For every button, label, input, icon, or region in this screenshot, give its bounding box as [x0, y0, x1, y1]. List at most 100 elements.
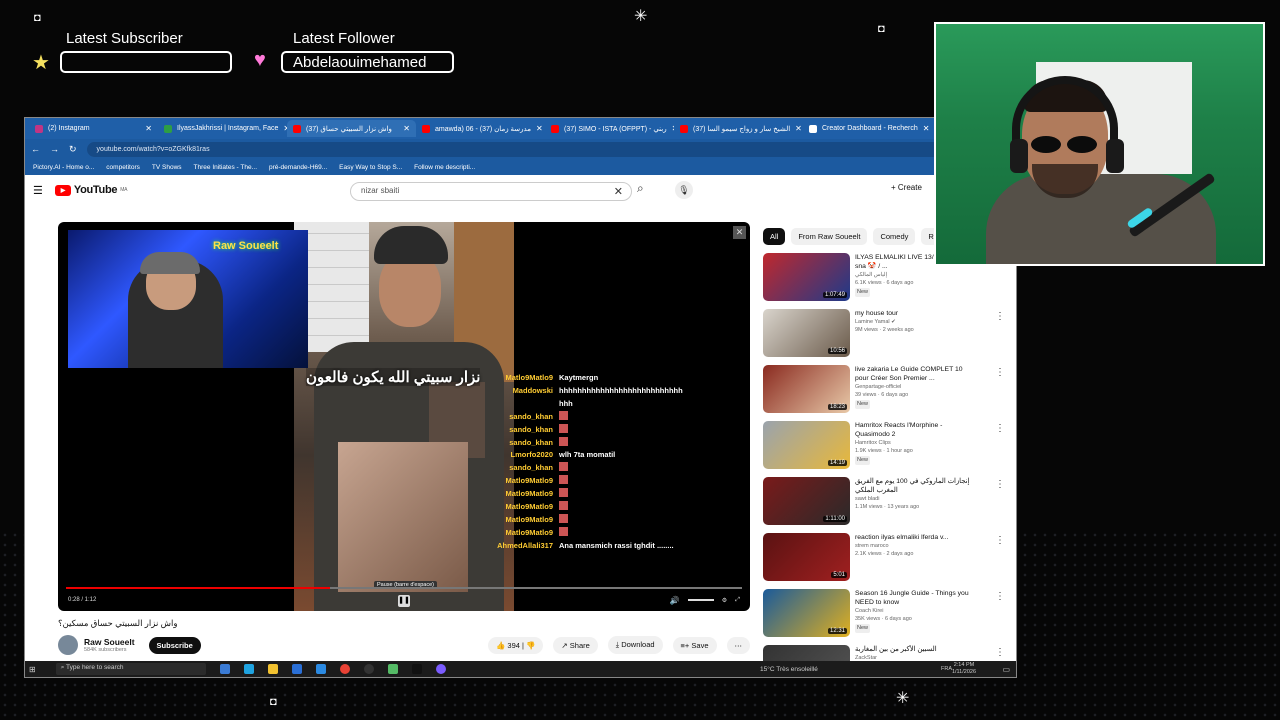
recommended-video[interactable]: 5:01 reaction ilyas elmaliki lferda v... s… — [763, 533, 1013, 589]
channel-name: strem maroco — [855, 543, 889, 549]
youtube-header: ☰ ▶ YouTube MA nizar sbaiti ✕ ⌕ 🎙 + Crea… — [25, 175, 1016, 205]
store-icon[interactable] — [291, 664, 302, 674]
more-options-icon[interactable]: ⋮ — [995, 591, 1005, 602]
video-thumbnail[interactable]: 5:01 — [763, 533, 850, 581]
bookmark-item[interactable]: Easy Way to Stop S... — [339, 164, 402, 171]
edge-icon[interactable] — [243, 664, 254, 674]
close-icon[interactable]: ✕ — [145, 124, 152, 133]
more-options-icon[interactable]: ⋮ — [995, 647, 1005, 658]
more-options-icon[interactable]: ⋮ — [995, 479, 1005, 490]
more-actions-button[interactable]: ⋯ — [726, 636, 750, 654]
bookmark-item[interactable]: pré-demande-H69... — [269, 164, 327, 171]
address-bar[interactable]: youtube.com/watch?v=oZGKfk81ras — [86, 141, 974, 157]
channel-name[interactable]: Raw Soueelt — [84, 637, 135, 647]
channel-avatar[interactable] — [58, 635, 78, 655]
notification-icon[interactable]: ▭ — [1002, 665, 1010, 674]
forward-arrow-icon[interactable]: → — [50, 144, 59, 154]
browser-tab[interactable]: (37) SIMO - ISTA (OFPPT) - ربني✕ — [545, 120, 674, 137]
bookmark-item[interactable]: Pictory.AI - Home o... — [33, 164, 94, 171]
tiktok-icon[interactable] — [411, 664, 422, 674]
search-icon[interactable]: ⌕ — [637, 181, 644, 196]
bookmark-item[interactable]: Follow me descripti... — [414, 164, 475, 171]
file-explorer-icon[interactable] — [267, 664, 278, 674]
search-input[interactable]: nizar sbaiti ✕ — [350, 182, 632, 201]
tab-bar: (2) Instagram ✕ IlyassJakhrissi | Instagr… — [25, 118, 1016, 139]
settings-icon[interactable]: ⚙ — [722, 597, 727, 604]
video-thumbnail[interactable]: 18:23 — [763, 365, 850, 413]
video-thumbnail[interactable]: 12:31 — [763, 589, 850, 637]
chrome-icon[interactable] — [339, 664, 350, 674]
video-title[interactable]: إنجازات الماروكي في 100 يوم مع الفريق ال… — [855, 477, 973, 495]
reload-icon[interactable]: ↻ — [69, 144, 77, 155]
language-indicator[interactable]: FRA — [941, 666, 952, 672]
thumbs-down-icon[interactable]: 👎 — [526, 641, 535, 650]
obs-icon[interactable] — [363, 664, 374, 674]
more-options-icon[interactable]: ⋮ — [995, 423, 1005, 434]
video-title[interactable]: Hamritox Reacts l'Morphine - Quasimodo 2 — [855, 421, 973, 439]
bookmark-item[interactable]: Three Initiates - The... — [194, 164, 257, 171]
taskbar-search[interactable]: ⌕ Type here to search — [55, 663, 206, 675]
youtube-logo[interactable]: ▶ YouTube MA — [54, 184, 127, 196]
browser-tab[interactable]: amawda) 06 - مدرسة زمان (37) ✕ — [416, 120, 545, 137]
more-options-icon[interactable]: ⋮ — [995, 535, 1005, 546]
emote-icon — [559, 501, 568, 511]
browser-tab[interactable]: Creator Dashboard - Recherch ✕ — [803, 120, 932, 137]
close-icon[interactable]: ✕ — [733, 226, 746, 239]
create-button[interactable]: + Create — [891, 183, 922, 192]
clear-search-icon[interactable]: ✕ — [614, 185, 623, 198]
recommended-video[interactable]: 12:31 Season 16 Jungle Guide - Things you… — [763, 589, 1013, 645]
pause-button[interactable]: ❚❚ — [398, 595, 410, 607]
close-icon[interactable]: ✕ — [795, 124, 802, 133]
chip-all[interactable]: All — [763, 228, 786, 245]
taskbar-clock[interactable]: 2:14 PM 1/11/2026 — [952, 662, 976, 676]
windows-start-icon[interactable]: ⊞ — [29, 665, 36, 674]
microphone-icon[interactable]: 🎙 — [675, 181, 693, 199]
app-icon[interactable] — [387, 664, 398, 674]
recommended-video[interactable]: 14:19 Hamritox Reacts l'Morphine - Quasim… — [763, 421, 1013, 477]
video-thumbnail[interactable]: 14:19 — [763, 421, 850, 469]
video-thumbnail[interactable]: 1:07:49 — [763, 253, 850, 301]
volume-slider[interactable] — [687, 599, 714, 601]
volume-icon[interactable]: 🔊 — [670, 596, 680, 605]
progress-bar[interactable] — [66, 587, 742, 589]
browser-tab[interactable]: (2) Instagram ✕ — [29, 120, 158, 137]
video-player[interactable]: Raw Soueelt نزار سبيتي الله يكون فالعون … — [58, 222, 750, 611]
video-title[interactable]: السبين الأكبر من بين المغاربة — [855, 645, 973, 654]
close-icon[interactable]: ✕ — [536, 124, 543, 133]
download-button[interactable]: ⤓ Download — [607, 636, 663, 654]
fullscreen-icon[interactable]: ⤢ — [735, 597, 740, 604]
video-title[interactable]: my house tour — [855, 309, 973, 318]
recommended-video[interactable]: 18:23 live zakaria Le Guide COMPLET 10 po… — [763, 365, 1013, 421]
weather-widget[interactable]: 15°C Très ensoleillé — [760, 666, 818, 673]
recommended-video[interactable]: 10:56 my house tour Lamine Yamal ✔ 9M views… — [763, 309, 1013, 365]
video-title[interactable]: live zakaria Le Guide COMPLET 10 pour Cr… — [855, 365, 973, 383]
video-thumbnail[interactable]: 1:11:00 — [763, 477, 850, 525]
video-meta: 1.9K views · 1 hour ago — [855, 448, 913, 454]
browser-tab[interactable]: (37) الشيخ سار و زواج سيمو السا ✕ — [674, 120, 803, 137]
chip-comedy[interactable]: Comedy — [873, 228, 916, 245]
video-title[interactable]: reaction ilyas elmaliki lferda v... — [855, 533, 973, 542]
bookmark-folder[interactable]: TV Shows — [152, 164, 182, 171]
close-icon[interactable]: ✕ — [923, 124, 930, 133]
close-icon[interactable]: ✕ — [403, 124, 410, 133]
channel-info: Raw Soueelt 584K subscribers — [84, 637, 135, 653]
task-view-icon[interactable] — [219, 664, 230, 674]
subscribe-button[interactable]: Subscribe — [148, 636, 201, 654]
browser-tab-active[interactable]: واش نزار السبيتي حساق (37) ✕ — [287, 120, 416, 137]
share-button[interactable]: ↗ Share — [553, 636, 598, 654]
app-icon[interactable] — [435, 664, 446, 674]
save-button[interactable]: ≡+ Save — [672, 636, 717, 654]
back-arrow-icon[interactable]: ← — [31, 144, 40, 154]
browser-tab[interactable]: IlyassJakhrissi | Instagram, Face✕ — [158, 120, 287, 137]
chip-from-channel[interactable]: From Raw Soueelt — [791, 228, 868, 245]
chat-message: sando_khan — [495, 462, 715, 475]
like-button[interactable]: 👍 394 | 👎 — [487, 636, 544, 654]
bookmark-folder[interactable]: competitors — [106, 164, 140, 171]
recommended-video[interactable]: 1:11:00 إنجازات الماروكي في 100 يوم مع ال… — [763, 477, 1013, 533]
menu-icon[interactable]: ☰ — [33, 184, 43, 197]
video-title[interactable]: Season 16 Jungle Guide - Things you NEED… — [855, 589, 973, 607]
more-options-icon[interactable]: ⋮ — [995, 367, 1005, 378]
video-thumbnail[interactable]: 10:56 — [763, 309, 850, 357]
more-options-icon[interactable]: ⋮ — [995, 311, 1005, 322]
app-icon[interactable] — [315, 664, 326, 674]
